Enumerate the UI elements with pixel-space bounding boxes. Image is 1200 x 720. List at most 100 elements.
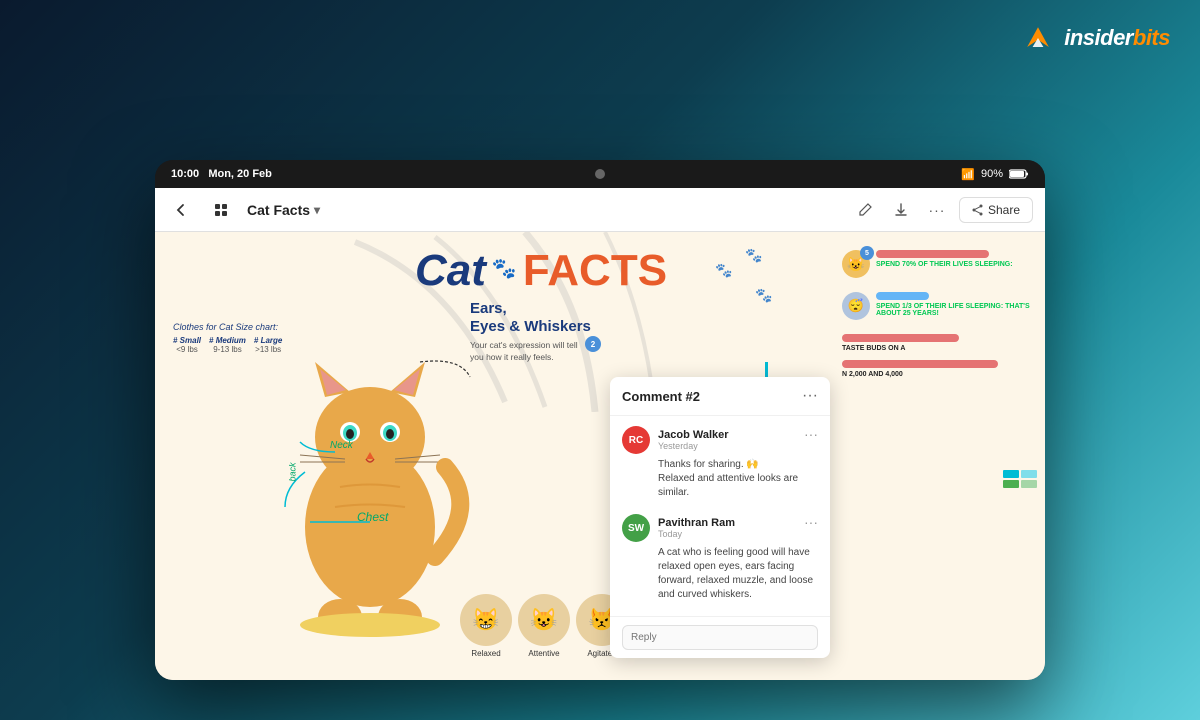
facts-title-word: FACTS bbox=[523, 246, 667, 296]
avatar-pavithran: SW bbox=[622, 514, 650, 542]
ears-eyes-whiskers-label: Ears,Eyes & Whiskers bbox=[470, 300, 591, 336]
app-toolbar: Cat Facts ▾ ··· bbox=[155, 188, 1045, 232]
download-button[interactable] bbox=[887, 196, 915, 224]
face-relaxed: 😸 Relaxed bbox=[460, 594, 512, 658]
swatch-row-2 bbox=[1003, 480, 1037, 488]
taste-text: TASTE BUDS ON A bbox=[842, 345, 1037, 352]
range-text: N 2,000 AND 4,000 bbox=[842, 371, 1037, 378]
battery-icon bbox=[1009, 169, 1029, 179]
stat-sleeping-third: 😴 SPEND 1/3 OF THEIR LIFE SLEEPING: THAT… bbox=[842, 292, 1037, 320]
color-swatches bbox=[1003, 470, 1037, 488]
grid-icon bbox=[213, 202, 229, 218]
range-section: N 2,000 AND 4,000 bbox=[842, 360, 1037, 378]
comment-2-dots[interactable]: ··· bbox=[804, 514, 818, 530]
stat2-text: SPEND 1/3 OF THEIR LIFE SLEEPING: THAT'S… bbox=[876, 303, 1037, 317]
swatch-light-teal bbox=[1021, 470, 1037, 478]
range-bar bbox=[842, 360, 998, 368]
pen-icon bbox=[857, 202, 873, 218]
wifi-icon: 📶 bbox=[961, 168, 975, 181]
dropdown-arrow-icon: ▾ bbox=[314, 203, 320, 217]
back-label: back bbox=[288, 462, 298, 481]
infographic: 🐾 🐾 🐾 Cat 🐾 FACTS Clothes for Cat Size c… bbox=[155, 232, 1045, 680]
jacob-time: Yesterday bbox=[658, 441, 729, 451]
logo-text: insiderbits bbox=[1064, 25, 1170, 51]
avatar-jacob: RC bbox=[622, 426, 650, 454]
battery-text: 90% bbox=[981, 168, 1003, 180]
comment-1-user-row: RC Jacob Walker Yesterday ··· bbox=[622, 426, 818, 454]
comment-1-meta: Jacob Walker Yesterday bbox=[658, 429, 729, 451]
neck-label: Neck bbox=[330, 440, 353, 451]
swatch-row-1 bbox=[1003, 470, 1037, 478]
grid-button[interactable] bbox=[207, 196, 235, 224]
doc-title[interactable]: Cat Facts ▾ bbox=[247, 202, 320, 218]
chest-label: Chest bbox=[357, 510, 388, 524]
size-small: # Small <9 lbs bbox=[173, 336, 201, 354]
pavithran-time: Today bbox=[658, 529, 735, 539]
status-bar: 10:00 Mon, 20 Feb 📶 90% bbox=[155, 160, 1045, 188]
paw-print-2: 🐾 bbox=[745, 247, 762, 264]
taste-buds-section: TASTE BUDS ON A N 2,000 AND 4,000 bbox=[842, 334, 1037, 378]
jacob-text: Thanks for sharing. 🙌Relaxed and attenti… bbox=[622, 458, 818, 500]
stat2-icon: 😴 bbox=[842, 292, 870, 320]
download-icon bbox=[893, 202, 909, 218]
comment-2-meta: Pavithran Ram Today bbox=[658, 517, 735, 539]
comment-more-button[interactable]: ··· bbox=[802, 387, 818, 405]
paw-print-1: 🐾 bbox=[715, 262, 732, 279]
status-time: 10:00 bbox=[171, 168, 199, 180]
expression-note: Your cat's expression will tell you how … bbox=[470, 340, 590, 364]
logo-icon bbox=[1020, 20, 1056, 56]
stat1-icon: 😺 5 bbox=[842, 250, 870, 278]
back-button[interactable] bbox=[167, 196, 195, 224]
back-icon bbox=[173, 202, 189, 218]
toolbar-left: Cat Facts ▾ bbox=[167, 196, 841, 224]
size-chart-title: Clothes for Cat Size chart: bbox=[173, 322, 282, 332]
content-area: 🐾 🐾 🐾 Cat 🐾 FACTS Clothes for Cat Size c… bbox=[155, 232, 1045, 680]
camera bbox=[595, 169, 605, 179]
swatch-light-green bbox=[1021, 480, 1037, 488]
swatch-green bbox=[1003, 480, 1019, 488]
toolbar-right: ··· Share bbox=[851, 196, 1033, 224]
comment-2-user-info: SW Pavithran Ram Today bbox=[622, 514, 735, 542]
annotation-badge-2: 2 bbox=[585, 336, 601, 352]
pen-button[interactable] bbox=[851, 196, 879, 224]
comment-panel: Comment #2 ··· RC Jacob Walker Yesterday bbox=[610, 377, 830, 658]
swatch-teal bbox=[1003, 470, 1019, 478]
reply-input[interactable] bbox=[622, 625, 818, 650]
share-label: Share bbox=[988, 203, 1020, 217]
more-button[interactable]: ··· bbox=[923, 196, 951, 224]
share-icon bbox=[972, 204, 984, 216]
comment-header: Comment #2 ··· bbox=[610, 377, 830, 416]
status-right: 📶 90% bbox=[961, 168, 1029, 181]
face-attentive: 😺 Attentive bbox=[518, 594, 570, 658]
cat-paw-icon: 🐾 bbox=[492, 256, 517, 281]
logo-bits: bits bbox=[1133, 25, 1170, 50]
stat1-content: SPEND 70% OF THEIR LIVES SLEEPING: bbox=[876, 250, 1037, 268]
more-icon: ··· bbox=[928, 202, 945, 218]
doc-title-text: Cat Facts bbox=[247, 202, 310, 218]
right-stats: 😺 5 SPEND 70% OF THEIR LIVES SLEEPING: 😴 bbox=[842, 250, 1037, 378]
comment-title: Comment #2 bbox=[622, 389, 700, 404]
tablet-frame: 10:00 Mon, 20 Feb 📶 90% bbox=[155, 160, 1045, 680]
comment-item-1: RC Jacob Walker Yesterday ··· Thanks for… bbox=[622, 426, 818, 500]
comment-item-2: SW Pavithran Ram Today ··· A cat who is … bbox=[622, 514, 818, 602]
status-time-date: 10:00 Mon, 20 Feb bbox=[171, 168, 272, 180]
size-labels: # Small <9 lbs # Medium 9-13 lbs # Large… bbox=[173, 336, 282, 354]
pavithran-name: Pavithran Ram bbox=[658, 517, 735, 529]
comment-reply-area bbox=[610, 616, 830, 658]
paw-print-3: 🐾 bbox=[755, 287, 772, 304]
cat-illustration bbox=[270, 307, 470, 637]
stat-sleeping-70: 😺 5 SPEND 70% OF THEIR LIVES SLEEPING: bbox=[842, 250, 1037, 278]
pavithran-text: A cat who is feeling good will have rela… bbox=[622, 546, 818, 602]
comment-1-dots[interactable]: ··· bbox=[804, 426, 818, 442]
share-button[interactable]: Share bbox=[959, 197, 1033, 223]
size-medium: # Medium 9-13 lbs bbox=[209, 336, 246, 354]
comment-body: RC Jacob Walker Yesterday ··· Thanks for… bbox=[610, 416, 830, 616]
stat1-bar bbox=[876, 250, 989, 258]
title-area: Cat 🐾 FACTS bbox=[415, 246, 667, 296]
comment-1-user-info: RC Jacob Walker Yesterday bbox=[622, 426, 729, 454]
doc-content: 🐾 🐾 🐾 Cat 🐾 FACTS Clothes for Cat Size c… bbox=[155, 232, 1045, 680]
size-chart: Clothes for Cat Size chart: # Small <9 l… bbox=[173, 322, 282, 354]
jacob-name: Jacob Walker bbox=[658, 429, 729, 441]
comment-2-user-row: SW Pavithran Ram Today ··· bbox=[622, 514, 818, 542]
logo-insider: insider bbox=[1064, 25, 1133, 50]
